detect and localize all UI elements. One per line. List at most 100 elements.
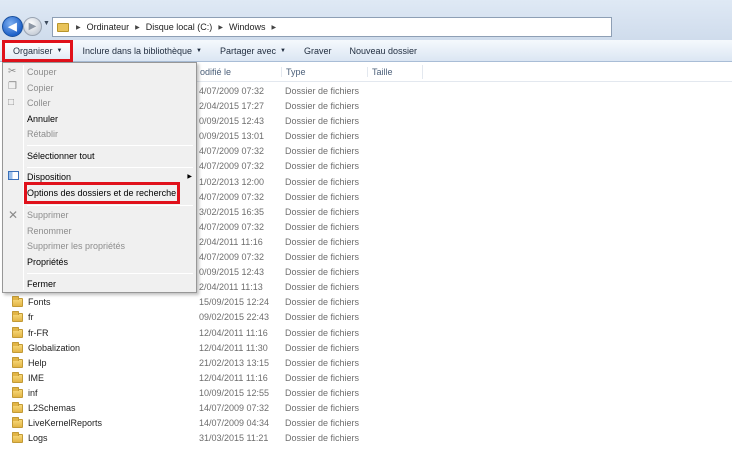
file-type: Dossier de fichiers (285, 312, 360, 323)
breadcrumb-local-disk[interactable]: Disque local (C:) (143, 22, 216, 32)
breadcrumb-computer[interactable]: Ordinateur (84, 22, 133, 32)
file-name[interactable]: Globalization (28, 343, 80, 353)
address-bar[interactable]: ▶ Ordinateur ▶ Disque local (C:) ▶ Windo… (52, 17, 612, 37)
burn-button[interactable]: Graver (295, 46, 341, 56)
file-name[interactable]: Fonts (28, 297, 51, 307)
breadcrumb-arrow-icon[interactable]: ▶ (73, 24, 84, 31)
file-row[interactable]: L2Schemas 14/07/2009 07:32 Dossier de fich… (0, 401, 732, 416)
column-divider[interactable] (422, 65, 423, 79)
file-row[interactable]: IME 12/04/2011 11:16 Dossier de fichiers (0, 371, 732, 386)
menu-item-cut[interactable]: Couper (27, 67, 57, 77)
folder-icon (12, 371, 23, 383)
file-name[interactable]: IME (28, 373, 44, 383)
file-type: Dossier de fichiers (285, 206, 360, 217)
folder-icon (57, 22, 69, 32)
file-type: Dossier de fichiers (285, 176, 360, 187)
file-name[interactable]: inf (28, 388, 38, 398)
file-row[interactable]: Fonts 15/09/2015 12:24 Dossier de fichiers (0, 295, 732, 310)
file-date: 1/02/2013 12:00 (199, 176, 265, 187)
menu-item-properties[interactable]: Propriétés (27, 257, 68, 267)
file-name[interactable]: L2Schemas (28, 403, 76, 413)
menu-item-close[interactable]: Fermer (27, 279, 56, 289)
menu-item-layout[interactable]: Disposition (27, 172, 71, 182)
column-headers: odifié le Type Taille (196, 63, 732, 82)
folder-icon (12, 417, 23, 429)
file-row[interactable]: fr 09/02/2015 22:43 Dossier de fichiers (0, 310, 732, 325)
breadcrumb-arrow-icon[interactable]: ▶ (215, 24, 226, 31)
folder-options-highlight (24, 182, 180, 204)
include-library-button[interactable]: Inclure dans la bibliothèque ▼ (73, 46, 211, 56)
column-type[interactable]: Type (281, 67, 306, 77)
folder-icon (12, 432, 23, 444)
share-label: Partager avec (220, 45, 277, 56)
forward-button[interactable]: ▶ (23, 17, 42, 36)
file-name[interactable]: Help (28, 358, 47, 368)
file-date: 12/04/2011 11:16 (199, 372, 268, 383)
file-type: Dossier de fichiers (285, 327, 360, 338)
menu-item-paste[interactable]: Coller (27, 98, 51, 108)
file-type: Dossier de fichiers (285, 161, 360, 172)
back-button[interactable]: ◀ (2, 16, 23, 37)
file-date: 2/04/2011 11:16 (199, 236, 263, 247)
folder-icon (12, 296, 23, 308)
breadcrumb-windows[interactable]: Windows (226, 22, 269, 32)
chevron-down-icon: ▼ (43, 20, 50, 27)
chevron-down-icon: ▼ (280, 47, 286, 54)
breadcrumb-arrow-icon[interactable]: ▶ (268, 24, 279, 31)
file-type: Dossier de fichiers (285, 402, 360, 413)
menu-separator (27, 167, 193, 168)
command-bar: Organiser ▼ Inclure dans la bibliothèque… (0, 39, 732, 62)
chevron-down-icon: ▼ (196, 47, 202, 54)
file-date: 4/07/2009 07:32 (199, 86, 265, 96)
file-date: 2/04/2011 11:13 (199, 282, 263, 293)
organiser-label: Organiser (13, 45, 53, 56)
paste-icon: □ (8, 97, 15, 108)
submenu-arrow-icon: ▶ (187, 174, 192, 180)
file-date: 14/07/2009 04:34 (199, 418, 270, 429)
file-row[interactable]: fr-FR 12/04/2011 11:16 Dossier de fichiers (0, 326, 732, 341)
file-type: Dossier de fichiers (285, 387, 360, 398)
folder-icon (12, 386, 23, 398)
file-name[interactable]: fr-FR (28, 328, 49, 338)
menu-item-delete[interactable]: Supprimer (27, 210, 69, 220)
menu-item-select-all[interactable]: Sélectionner tout (27, 151, 95, 161)
file-type: Dossier de fichiers (285, 267, 360, 278)
file-type: Dossier de fichiers (285, 146, 360, 157)
file-date: 4/07/2009 07:32 (199, 221, 265, 232)
chevron-down-icon: ▼ (56, 47, 63, 54)
organiser-button[interactable]: Organiser ▼ (2, 39, 74, 62)
file-name[interactable]: Logs (28, 433, 48, 443)
column-modified[interactable]: odifié le (200, 67, 231, 77)
file-date: 3/02/2015 16:35 (199, 206, 265, 217)
file-row[interactable]: LiveKernelReports 14/07/2009 04:34 Dossier… (0, 416, 732, 431)
file-date: 14/07/2009 07:32 (199, 402, 270, 413)
include-library-label: Inclure dans la bibliothèque (82, 45, 193, 56)
file-name[interactable]: LiveKernelReports (28, 418, 102, 428)
copy-icon: ❐ (8, 81, 17, 92)
file-row[interactable]: Logs 31/03/2015 11:21 Dossier de fichiers (0, 431, 732, 446)
new-folder-label: Nouveau dossier (349, 45, 418, 56)
menu-item-copy[interactable]: Copier (27, 83, 54, 93)
menu-item-undo[interactable]: Annuler (27, 114, 58, 124)
file-row[interactable]: Globalization 12/04/2011 11:30 Dossier de … (0, 341, 732, 356)
share-button[interactable]: Partager avec ▼ (211, 46, 295, 56)
menu-item-rename[interactable]: Renommer (27, 226, 72, 236)
file-type: Dossier de fichiers (285, 342, 360, 353)
column-size[interactable]: Taille (367, 67, 393, 77)
breadcrumb-arrow-icon[interactable]: ▶ (132, 24, 143, 31)
file-row[interactable]: Help 21/02/2013 13:15 Dossier de fichiers (0, 356, 732, 371)
menu-item-redo[interactable]: Rétablir (27, 129, 58, 139)
recent-pages-dropdown[interactable]: ▼ (43, 20, 50, 27)
new-folder-button[interactable]: Nouveau dossier (341, 46, 427, 56)
file-row[interactable]: inf 10/09/2015 12:55 Dossier de fichiers (0, 386, 732, 401)
folder-icon (12, 356, 23, 368)
burn-label: Graver (303, 45, 332, 56)
file-date: 21/02/2013 13:15 (199, 357, 270, 368)
file-name[interactable]: fr (28, 312, 34, 322)
file-type: Dossier de fichiers (285, 116, 360, 127)
file-type: Dossier de fichiers (285, 236, 360, 247)
menu-item-remove-properties[interactable]: Supprimer les propriétés (27, 241, 125, 251)
file-date: 4/07/2009 07:32 (199, 161, 265, 172)
layout-icon (8, 171, 19, 180)
organiser-menu: ✂ Couper ❐ Copier □ Coller Annuler Rétab… (2, 62, 197, 293)
